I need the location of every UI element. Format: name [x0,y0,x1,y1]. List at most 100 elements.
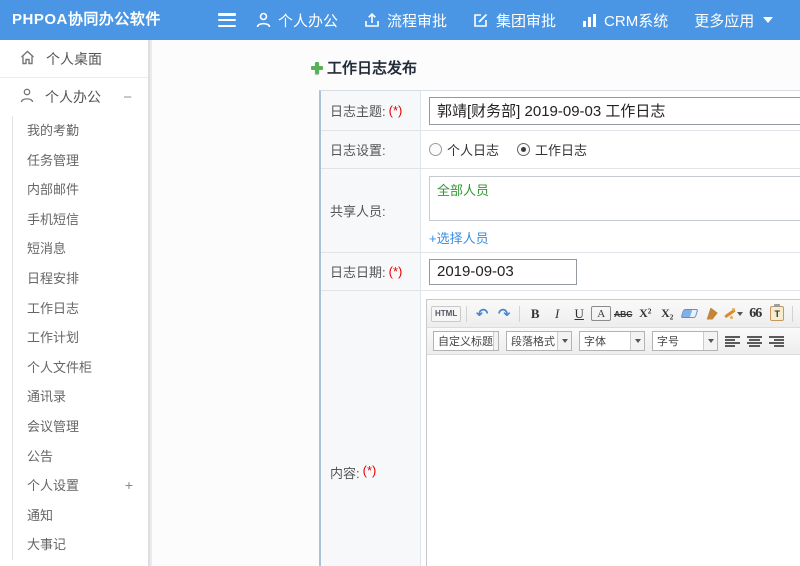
subject-label: 日志主题: (*) [321,91,421,130]
radio-work-log[interactable] [517,143,531,156]
sidebar-item-tasks[interactable]: 任务管理 [13,146,148,176]
paste-as-text-icon[interactable]: T [767,303,787,324]
nav-label: 集团审批 [496,12,557,30]
share-label: 共享人员: [321,169,421,252]
caret-down-icon [763,17,774,23]
date-input[interactable] [429,258,577,285]
collapse-minus-icon[interactable]: − [123,89,132,106]
nav-personal-office[interactable]: 个人办公 [256,10,338,31]
subscript-button[interactable]: X₂ [657,303,677,324]
sidebar-item-announcements[interactable]: 公告 [13,442,148,472]
redo-icon[interactable]: ↷ [494,303,514,324]
align-left-icon[interactable] [725,335,740,348]
sidebar-item-short-message[interactable]: 短消息 [13,234,148,264]
content-label: 内容: (*) [321,291,421,566]
sidebar-item-personal-office[interactable]: 个人办公 − [0,78,148,116]
bar-chart-icon [582,13,597,28]
person-icon [256,12,271,28]
radio-label[interactable]: 工作日志 [535,140,587,159]
form-row-content: 内容: (*) HTML ↶ ↷ B I U A ABC X² X₂ 66 T … [321,291,800,566]
quick-format-icon[interactable] [723,303,744,324]
sidebar-item-file-cabinet[interactable]: 个人文件柜 [13,353,148,383]
required-mark: (*) [388,264,403,279]
nav-label: 更多应用 [694,12,755,30]
phpoa-app: PHPOA协同办公软件 个人办公 流程审批 集团审批 CRM系统 更多应用 个人… [0,0,800,566]
editor-toolbar-row1: HTML ↶ ↷ B I U A ABC X² X₂ 66 T [427,300,800,328]
html-source-button[interactable]: HTML [431,305,462,322]
sidebar-item-schedule[interactable]: 日程安排 [13,264,148,294]
sidebar-item-work-log[interactable]: 工作日志 [13,294,148,324]
sidebar-item-personal-settings[interactable]: 个人设置 + [13,471,148,501]
sidebar-item-label: 个人桌面 [46,50,102,67]
sidebar-item-notifications[interactable]: 通知 [13,501,148,531]
sidebar-item-desktop[interactable]: 个人桌面 [0,40,148,78]
nav-label: 流程审批 [387,12,448,30]
sidebar: 个人桌面 个人办公 − 我的考勤 任务管理 内部邮件 手机短信 短消息 日程安排… [0,40,150,566]
top-header: PHPOA协同办公软件 个人办公 流程审批 集团审批 CRM系统 更多应用 [0,0,800,40]
custom-heading-select[interactable]: 自定义标题 [433,331,499,351]
work-log-form: 日志主题: (*) 日志设置: 个人日志 工作日志 [319,90,800,566]
form-row-settings: 日志设置: 个人日志 工作日志 [321,131,800,169]
expand-plus-icon[interactable]: + [125,471,133,501]
share-members-box[interactable]: 全部人员 [429,176,800,221]
strikethrough-button[interactable]: ABC [613,303,633,324]
sidebar-submenu: 我的考勤 任务管理 内部邮件 手机短信 短消息 日程安排 工作日志 工作计划 个… [12,116,148,560]
nav-label: CRM系统 [604,12,669,30]
blockquote-button[interactable]: 66 [745,303,765,324]
sidebar-item-contacts[interactable]: 通讯录 [13,382,148,412]
sidebar-item-internal-mail[interactable]: 内部邮件 [13,175,148,205]
italic-button[interactable]: I [547,303,567,324]
dropdown-caret-icon [557,332,571,350]
sidebar-item-milestones[interactable]: 大事记 [13,530,148,560]
form-row-share: 共享人员: 全部人员 +选择人员 [321,169,800,253]
select-members-link[interactable]: +选择人员 [429,228,489,247]
nav-workflow-approval[interactable]: 流程审批 [364,10,447,31]
radio-personal-log[interactable] [429,143,442,156]
app-title: PHPOA协同办公软件 [12,11,161,28]
paragraph-format-select[interactable]: 段落格式 [506,331,572,351]
align-right-icon[interactable] [769,335,784,348]
hamburger-menu-icon[interactable] [218,13,236,27]
font-size-select[interactable]: 字号 [652,331,718,351]
subject-input[interactable] [429,96,800,125]
page-title: 工作日志发布 [310,57,417,78]
form-row-subject: 日志主题: (*) [321,91,800,131]
nav-label: 个人办公 [278,12,339,30]
eraser-icon[interactable] [679,303,699,324]
person-icon [20,88,34,106]
edit-icon [473,12,489,28]
settings-label: 日志设置: [321,131,421,168]
upload-icon [364,12,380,28]
log-type-options: 个人日志 工作日志 [429,140,587,159]
radio-label[interactable]: 个人日志 [447,140,499,159]
align-center-icon[interactable] [747,335,762,348]
nav-more-apps[interactable]: 更多应用 [694,10,774,31]
required-mark: (*) [388,103,403,118]
dropdown-caret-icon [630,332,644,350]
sidebar-item-work-plan[interactable]: 工作计划 [13,323,148,353]
sidebar-item-attendance[interactable]: 我的考勤 [13,116,148,146]
bold-button[interactable]: B [525,303,545,324]
sidebar-item-label: 个人办公 [45,89,101,105]
editor-toolbar-row2: 自定义标题 段落格式 字体 字号 [427,328,800,355]
main-content: 工作日志发布 日志主题: (*) 日志设置: 个人日 [152,40,800,566]
sidebar-item-sms[interactable]: 手机短信 [13,205,148,235]
dropdown-caret-icon [703,332,717,350]
font-color-button[interactable]: A [591,306,612,321]
editor-content-area[interactable] [427,355,800,566]
nav-group-approval[interactable]: 集团审批 [473,10,556,31]
sidebar-item-meetings[interactable]: 会议管理 [13,412,148,442]
home-icon [20,50,35,68]
rich-text-editor: HTML ↶ ↷ B I U A ABC X² X₂ 66 T 自定义标题 段落… [426,299,800,566]
form-row-date: 日志日期: (*) [321,253,800,291]
undo-icon[interactable]: ↶ [472,303,492,324]
dropdown-caret-icon [493,332,498,350]
required-mark: (*) [362,463,377,478]
date-label: 日志日期: (*) [321,253,421,290]
underline-button[interactable]: U [569,303,589,324]
superscript-button[interactable]: X² [635,303,655,324]
format-brush-icon[interactable] [701,303,721,324]
nav-crm-system[interactable]: CRM系统 [582,10,668,31]
font-family-select[interactable]: 字体 [579,331,645,351]
add-plus-icon [310,61,324,75]
